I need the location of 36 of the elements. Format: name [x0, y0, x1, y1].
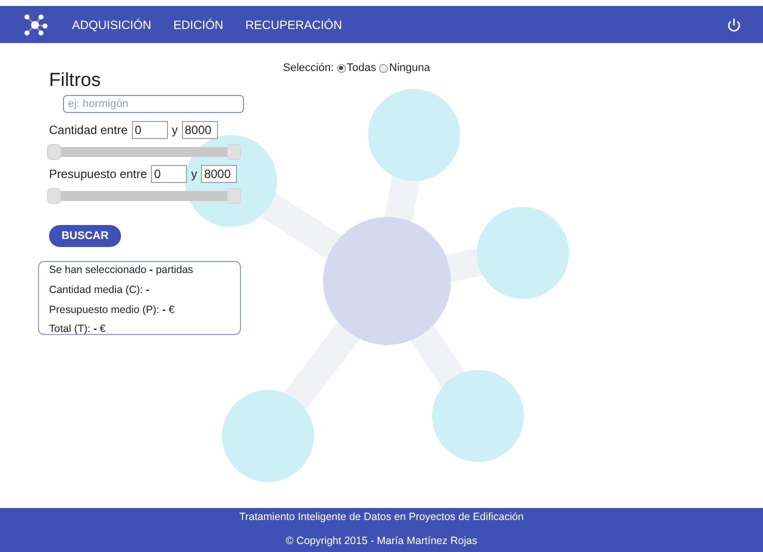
from-field[interactable]: 0	[132, 121, 168, 139]
graph-node[interactable]	[222, 390, 314, 482]
range-label: Cantidad entre	[49, 122, 128, 139]
summary-line: Presupuesto medio (P): - €	[49, 302, 176, 318]
summary-line: Total (T): - €	[49, 322, 107, 338]
footer-text: © Copyright 2015 - María Martínez Rojas	[286, 534, 478, 549]
footer-text: Tratamiento Inteligente de Datos en Proyectos de Edificación	[239, 510, 524, 525]
graph-node[interactable]	[368, 89, 460, 181]
slider-thumb[interactable]	[47, 144, 61, 160]
range-joiner: y	[172, 122, 178, 139]
summary-line: Se han seleccionado - partidas	[49, 263, 194, 278]
nav-link[interactable]: EDICIÓN	[173, 16, 224, 34]
search-field[interactable]: ej: hormigón	[63, 95, 244, 113]
to-field[interactable]: 8000	[182, 121, 218, 139]
slider-thumb[interactable]	[227, 188, 241, 204]
radio-button[interactable]	[336, 64, 346, 73]
range-joiner: y	[191, 166, 198, 183]
nav-link[interactable]: RECUPERACIÓN	[245, 16, 342, 34]
graph-node[interactable]	[432, 370, 524, 462]
filters-title: Filtros	[49, 69, 102, 93]
radio-label[interactable]: Ninguna	[389, 60, 430, 76]
range-label: Presupuesto entre	[49, 166, 148, 183]
to-field[interactable]: 8000	[201, 165, 238, 183]
slider-thumb[interactable]	[47, 188, 61, 204]
from-field[interactable]: 0	[151, 165, 188, 183]
network-logo-icon[interactable]	[22, 12, 48, 36]
summary-line: Cantidad media (C): -	[49, 282, 150, 298]
nav-link[interactable]: ADQUISICIÓN	[72, 16, 152, 34]
graph-node[interactable]	[323, 217, 451, 345]
slider-thumb[interactable]	[227, 144, 241, 160]
graph-node[interactable]	[477, 207, 569, 299]
radio-button[interactable]	[379, 64, 388, 73]
search-button[interactable]: BUSCAR	[49, 225, 121, 247]
power-icon[interactable]	[727, 18, 741, 32]
radio-label[interactable]: Todas	[346, 60, 376, 76]
selection-label: Selección:	[283, 61, 334, 76]
